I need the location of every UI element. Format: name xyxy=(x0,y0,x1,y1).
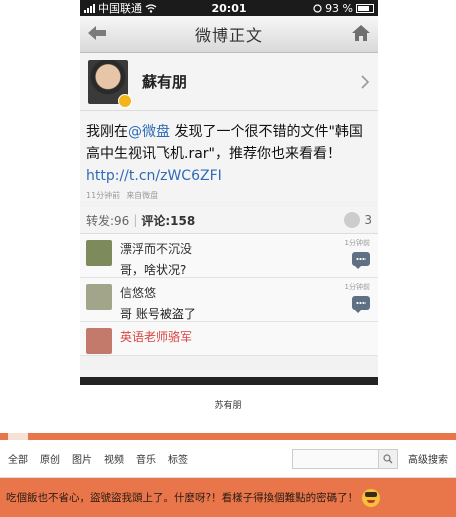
divider: | xyxy=(133,213,138,227)
emoticon-icon xyxy=(362,488,381,507)
status-time: 20:01 xyxy=(211,1,247,15)
like-count: 3 xyxy=(364,213,372,227)
search-button[interactable] xyxy=(379,448,398,469)
comment-item[interactable]: 漂浮而不沉没 哥，啥状况? 1分钟前 xyxy=(80,234,378,278)
filter-tags[interactable]: 标签 xyxy=(168,451,188,466)
comment-count[interactable]: 评论:158 xyxy=(141,212,195,229)
short-url-link[interactable]: http://t.cn/zWC6ZFI xyxy=(86,168,222,184)
comment-avatar[interactable] xyxy=(86,328,112,354)
verified-badge-icon xyxy=(118,93,132,108)
comment-item[interactable]: 英语老师骆军 xyxy=(80,322,378,356)
filter-videos[interactable]: 视频 xyxy=(104,451,124,466)
battery-percent: 93 % xyxy=(325,1,354,15)
post-text: 我刚在@微盘 发现了一个很不错的文件"韩国高中生视讯飞机.rar"，推荐你也来看… xyxy=(86,121,372,187)
comment-time: 1分钟前 xyxy=(344,283,370,291)
comment-text: 哥，啥状况? xyxy=(120,263,187,277)
author-name[interactable]: 蘇有朋 xyxy=(142,71,360,92)
post-source: 来自微盘 xyxy=(126,191,159,200)
advanced-search-link[interactable]: 高级搜索 xyxy=(408,451,448,466)
home-icon[interactable] xyxy=(350,23,372,43)
search-filter-bar: 全部 原创 图片 视频 音乐 标签 高级搜索 xyxy=(0,440,456,478)
signal-icon xyxy=(84,3,95,13)
filter-all[interactable]: 全部 xyxy=(8,451,28,466)
comment-item[interactable]: 信悠悠 哥 账号被盗了 1分钟前 xyxy=(80,278,378,322)
post-time: 11分钟前 xyxy=(86,191,121,200)
filter-music[interactable]: 音乐 xyxy=(136,451,156,466)
comment-time: 1分钟前 xyxy=(344,239,370,247)
quote-banner: 吃個飯也不省心，盜號盜我頭上了。什麼呀?！看樣子得換個難點的密碼了！ xyxy=(0,478,456,517)
wifi-icon xyxy=(145,3,157,13)
search-input[interactable] xyxy=(292,448,379,469)
phone-screenshot: 中国联通 20:01 93 % 微博正文 蘇有朋 我刚在@微盘 发现了一个很不错… xyxy=(80,0,378,385)
comment-avatar[interactable] xyxy=(86,284,112,310)
like-button[interactable]: 3 xyxy=(344,212,372,228)
filter-original[interactable]: 原创 xyxy=(40,451,60,466)
reply-icon[interactable] xyxy=(352,296,370,313)
chevron-right-icon xyxy=(361,74,370,89)
carrier-label: 中国联通 xyxy=(98,2,142,15)
stats-bar: 转发:96 | 评论:158 3 xyxy=(80,207,378,234)
post-meta: 11分钟前 来自微盘 xyxy=(86,190,372,201)
author-row[interactable]: 蘇有朋 xyxy=(80,53,378,111)
smile-icon xyxy=(344,212,361,228)
mention-link[interactable]: @微盘 xyxy=(128,124,170,140)
filter-images[interactable]: 图片 xyxy=(72,451,92,466)
post-text-part: 我刚在 xyxy=(86,124,128,140)
toolbar-strip xyxy=(80,377,378,385)
page-title: 微博正文 xyxy=(194,26,263,45)
comment-avatar[interactable] xyxy=(86,240,112,266)
author-avatar[interactable] xyxy=(88,59,132,108)
back-arrow-icon[interactable] xyxy=(86,24,108,42)
image-caption: 苏有朋 xyxy=(214,401,242,411)
comment-author[interactable]: 漂浮而不沉没 xyxy=(120,240,372,257)
comment-author[interactable]: 英语老师骆军 xyxy=(120,328,372,345)
repost-count[interactable]: 转发:96 xyxy=(86,212,129,229)
reply-icon[interactable] xyxy=(352,252,370,269)
post-body: 我刚在@微盘 发现了一个很不错的文件"韩国高中生视讯飞机.rar"，推荐你也来看… xyxy=(80,111,378,201)
lock-rotation-icon xyxy=(313,3,322,13)
comment-author[interactable]: 信悠悠 xyxy=(120,284,372,301)
nav-bar: 微博正文 xyxy=(80,16,378,53)
header-strip xyxy=(0,433,456,440)
quote-text: 吃個飯也不省心，盜號盜我頭上了。什麼呀?！看樣子得換個難點的密碼了！ xyxy=(6,492,359,504)
status-bar: 中国联通 20:01 93 % xyxy=(80,0,378,16)
comment-text: 哥 账号被盗了 xyxy=(120,307,196,321)
header-tab xyxy=(8,433,28,440)
battery-icon xyxy=(356,3,375,13)
search-icon xyxy=(383,453,393,463)
